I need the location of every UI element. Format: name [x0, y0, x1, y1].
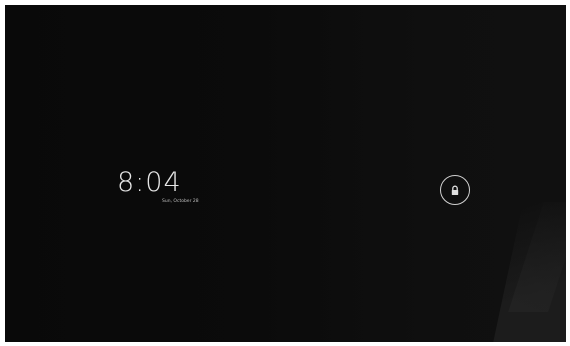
lock-screen: 8:04 Sun, October 28	[5, 5, 566, 342]
screenshot-frame: 8:04 Sun, October 28	[0, 0, 570, 346]
clock-date: Sun, October 28	[162, 199, 199, 204]
clock-time: 8:04	[117, 167, 182, 198]
clock-widget: 8:04 Sun, October 28	[117, 167, 207, 205]
unlock-handle[interactable]	[440, 175, 470, 205]
lock-icon	[450, 181, 460, 200]
